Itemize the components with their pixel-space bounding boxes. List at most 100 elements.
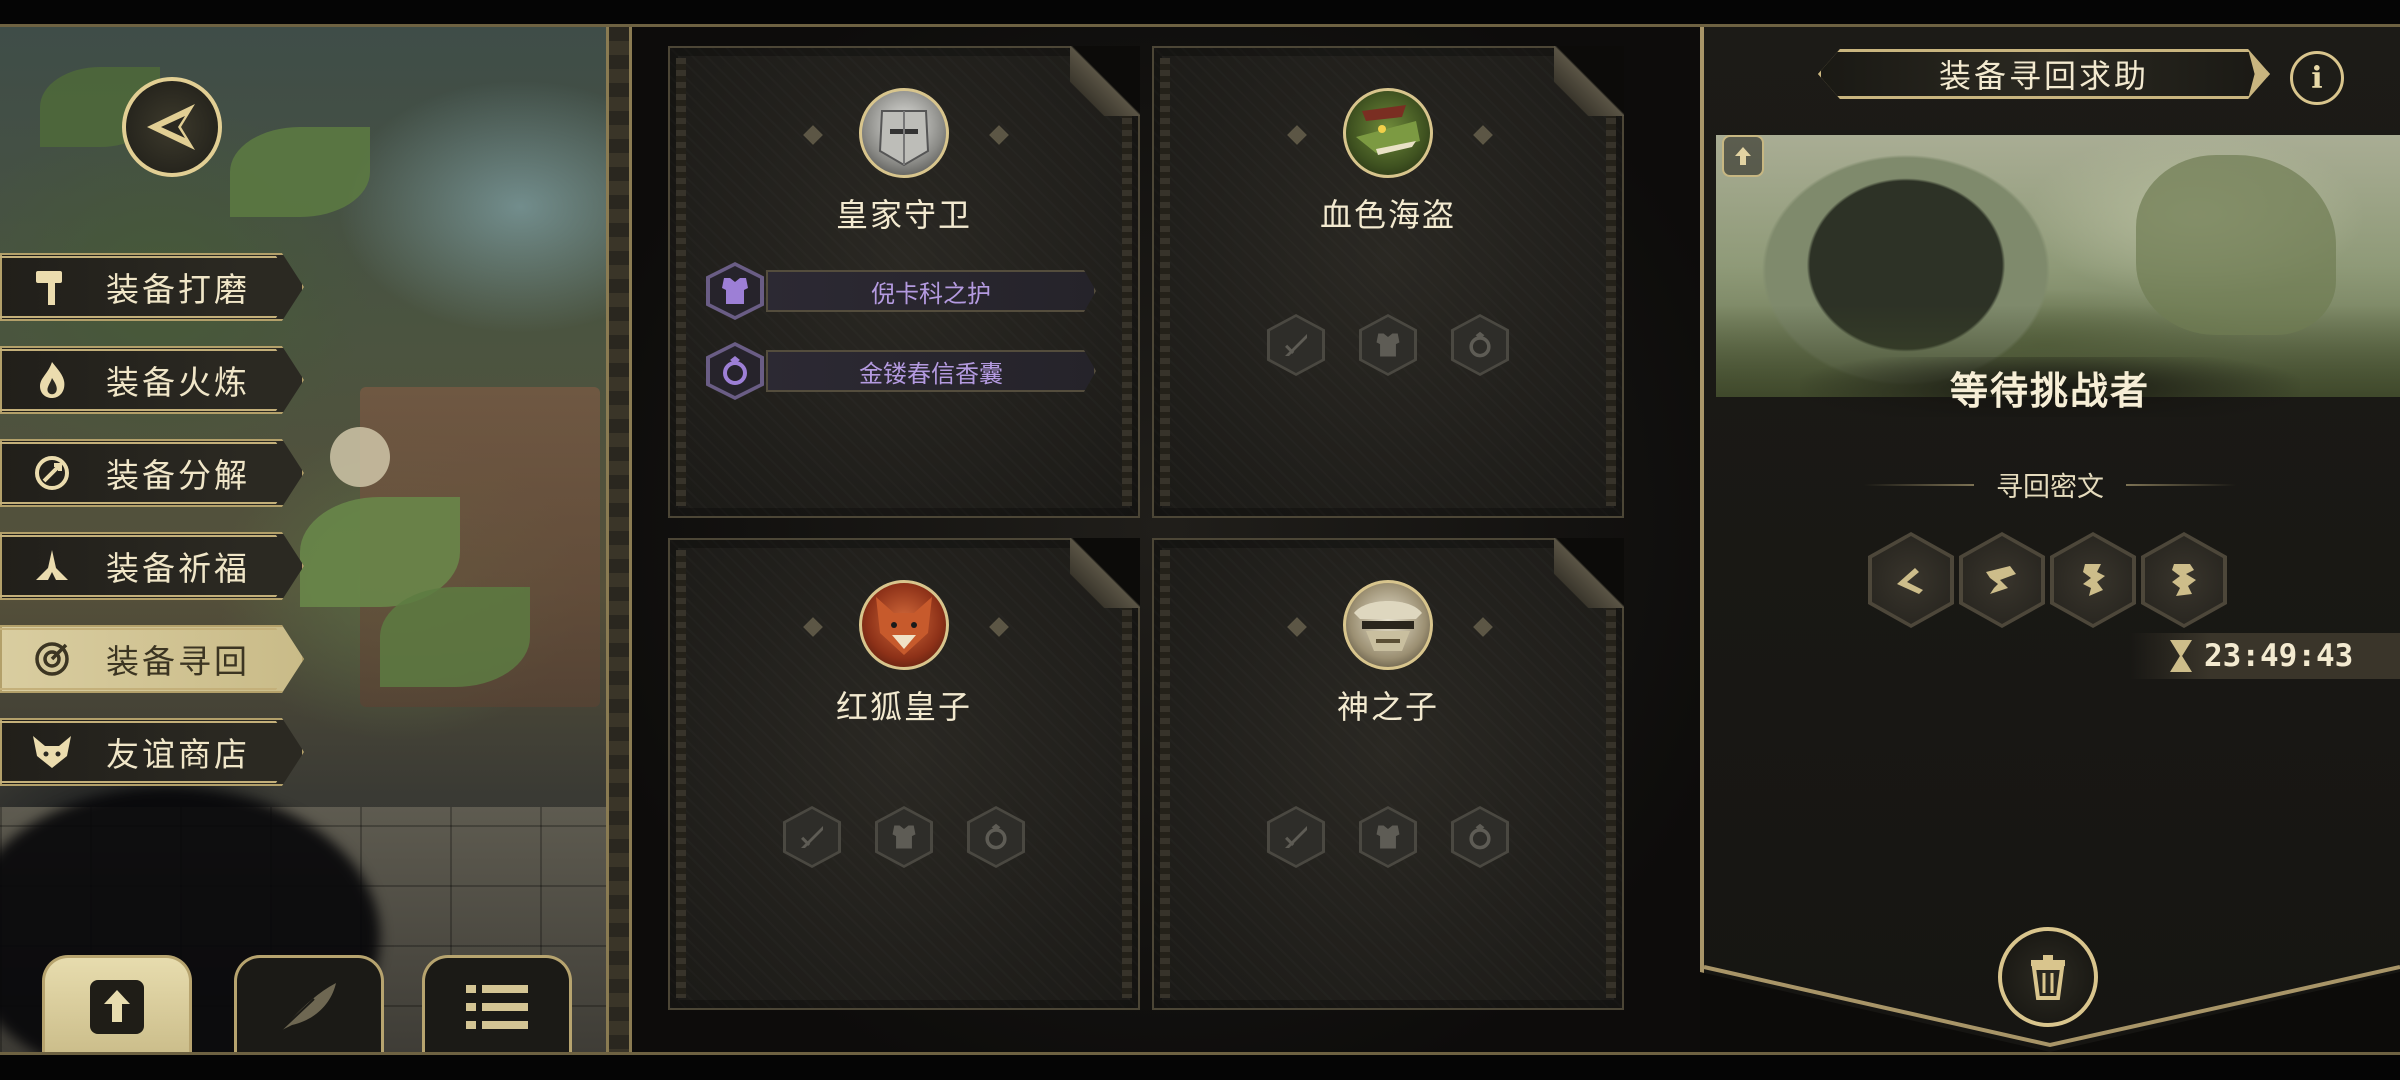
menu-item-forge[interactable]: 装备火炼 [0, 346, 304, 414]
armor-slot-icon[interactable] [1359, 806, 1417, 868]
timer-value: 23:49:43 [2204, 638, 2354, 674]
trash-icon [2031, 955, 2065, 1000]
back-button[interactable] [122, 77, 222, 177]
side-menu: 装备打磨 装备火炼 装备分解 装备祈福 装备寻回 友谊商店 [0, 253, 310, 811]
back-arrow-icon [147, 104, 195, 150]
cipher-section: 寻回密文 [1700, 465, 2400, 504]
menu-label: 装备寻回 [106, 642, 250, 681]
countdown-timer: 23:49:43 [2130, 633, 2400, 679]
equipped-item[interactable]: 金镂春信香囊 [706, 342, 1096, 400]
scene-panel: 装备打磨 装备火炼 装备分解 装备祈福 装备寻回 友谊商店 [0, 27, 608, 1052]
hourglass-icon [2170, 640, 2192, 672]
ring-slot-icon[interactable] [1451, 806, 1509, 868]
list-icon [466, 984, 528, 1029]
card-ornament [803, 617, 823, 637]
hero-card[interactable]: 神之子 [1152, 538, 1624, 1010]
hero-card[interactable]: 皇家守卫 倪卡科之护 金镂春信香囊 [668, 46, 1140, 518]
delete-button[interactable] [1998, 927, 2098, 1027]
hero-name: 皇家守卫 [835, 196, 972, 234]
hero-card[interactable]: 血色海盗 [1152, 46, 1624, 518]
sword-slot-icon[interactable] [1267, 806, 1325, 868]
divider-line [2126, 483, 2236, 486]
cipher-runes [1868, 532, 2227, 628]
upload-icon [90, 979, 144, 1034]
menu-item-polish[interactable]: 装备打磨 [0, 253, 304, 321]
ring-slot-icon[interactable] [1451, 314, 1509, 376]
hammer-icon [24, 259, 80, 315]
menu-item-disassemble[interactable]: 装备分解 [0, 439, 304, 507]
bottom-upload-button[interactable] [42, 955, 192, 1055]
menu-item-bless[interactable]: 装备祈福 [0, 532, 304, 600]
retrieve-help-panel: 装备寻回求助 i 等待挑战者 寻回密文 23:49:43 [1700, 27, 2400, 1052]
top-border [0, 0, 2400, 27]
equipped-item-label: 金镂春信香囊 [766, 350, 1096, 392]
scene-skull [330, 427, 390, 487]
rune-1-icon[interactable] [1868, 532, 1954, 628]
masked-warrior-avatar [1343, 580, 1433, 670]
sword-slot-icon[interactable] [1267, 314, 1325, 376]
disassemble-icon [24, 445, 80, 501]
flame-icon [24, 352, 80, 408]
pray-hands-icon [24, 538, 80, 594]
equipped-item-label: 倪卡科之护 [766, 270, 1096, 312]
card-ornament [1287, 617, 1307, 637]
menu-label: 友谊商店 [106, 735, 250, 774]
fox-icon [24, 724, 80, 780]
equipment-slots [1154, 806, 1622, 868]
armor-icon [706, 262, 764, 320]
equipped-item[interactable]: 倪卡科之护 [706, 262, 1096, 320]
scene-foliage [230, 127, 370, 217]
card-ornament [803, 125, 823, 145]
menu-item-friendship-shop[interactable]: 友谊商店 [0, 718, 304, 786]
panel-title: 装备寻回求助 [1818, 49, 2270, 99]
card-ornament [1473, 617, 1493, 637]
armor-slot-icon[interactable] [1359, 314, 1417, 376]
red-fox-avatar [859, 580, 949, 670]
rune-3-icon[interactable] [2050, 532, 2136, 628]
card-trim [1606, 58, 1616, 506]
card-trim [676, 58, 686, 506]
info-button[interactable]: i [2290, 51, 2344, 105]
card-ornament [1473, 125, 1493, 145]
lizard-pirate-avatar [1343, 88, 1433, 178]
status-banner: 等待挑战者 [1800, 357, 2300, 417]
bottom-feather-button[interactable] [234, 955, 384, 1055]
card-ornament [1287, 125, 1307, 145]
rune-2-icon[interactable] [1959, 532, 2045, 628]
hero-card[interactable]: 红狐皇子 [668, 538, 1140, 1010]
panel-divider [606, 27, 632, 1052]
card-ornament [989, 125, 1009, 145]
menu-item-retrieve[interactable]: 装备寻回 [0, 625, 304, 693]
menu-label: 装备打磨 [106, 270, 250, 309]
artwork-tree [2136, 155, 2336, 335]
equipment-slots [670, 806, 1138, 868]
ring-slot-icon[interactable] [967, 806, 1025, 868]
rune-4-icon[interactable] [2141, 532, 2227, 628]
knight-helmet-avatar [859, 88, 949, 178]
bottom-list-button[interactable] [422, 955, 572, 1055]
menu-label: 装备祈福 [106, 549, 250, 588]
menu-label: 装备火炼 [106, 363, 250, 402]
equipment-slots [1154, 314, 1622, 376]
feather-icon [279, 982, 336, 1032]
card-trim [1160, 58, 1170, 506]
upload-icon[interactable] [1722, 135, 1764, 177]
cipher-title: 寻回密文 [1996, 472, 2104, 503]
bottom-border [0, 1052, 2400, 1080]
card-ornament [989, 617, 1009, 637]
ring-icon [706, 342, 764, 400]
card-trim [1160, 550, 1170, 998]
card-trim [1606, 550, 1616, 998]
card-trim [1122, 58, 1132, 506]
divider-line [1864, 483, 1974, 486]
sword-slot-icon[interactable] [783, 806, 841, 868]
hero-name: 红狐皇子 [835, 688, 972, 726]
armor-slot-icon[interactable] [875, 806, 933, 868]
card-trim [1122, 550, 1132, 998]
card-trim [676, 550, 686, 998]
menu-label: 装备分解 [106, 456, 250, 495]
scene-foliage [380, 587, 530, 687]
target-icon [24, 631, 80, 687]
hero-name: 神之子 [1336, 688, 1439, 726]
hero-name: 血色海盗 [1319, 196, 1456, 234]
